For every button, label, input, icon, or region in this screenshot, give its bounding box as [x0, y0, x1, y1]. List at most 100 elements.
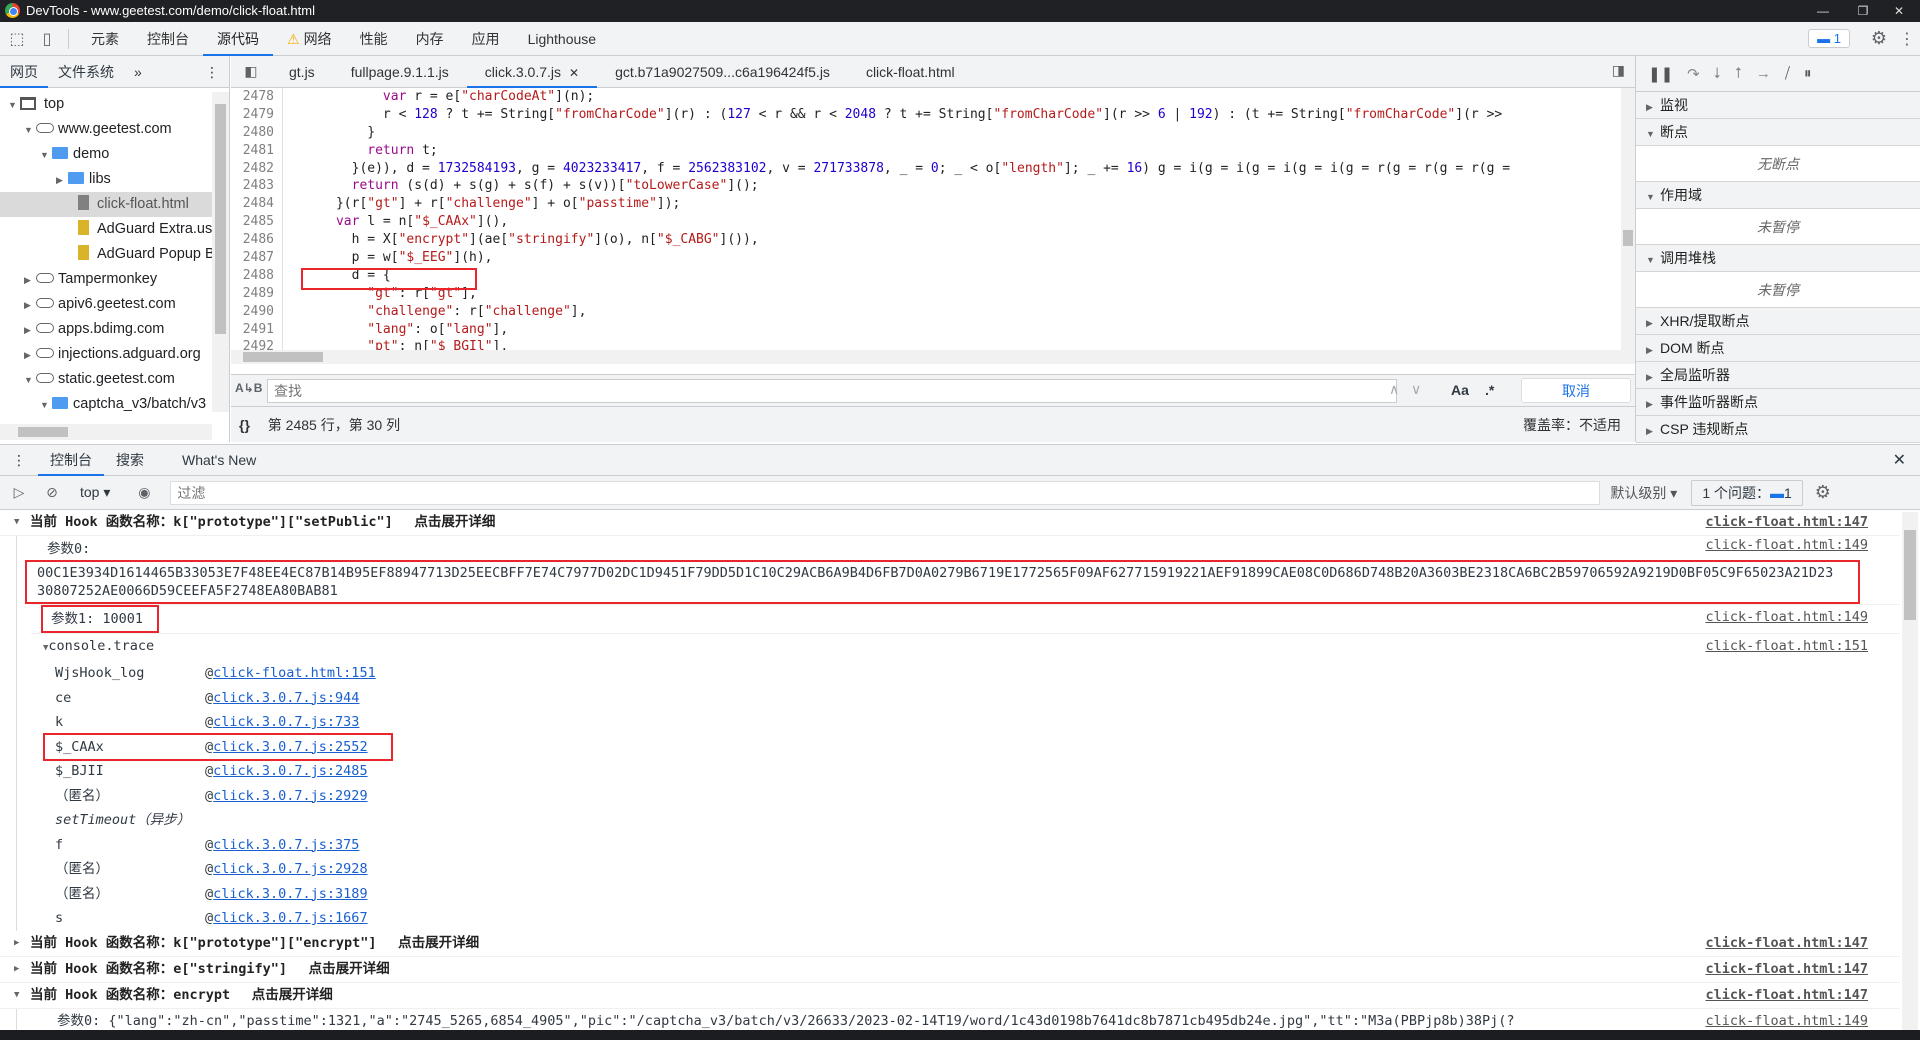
- tree-item[interactable]: click-float.html: [0, 192, 212, 217]
- sidebar-section-1[interactable]: ▼ 断点: [1636, 119, 1920, 146]
- close-window-button[interactable]: ✕: [1882, 0, 1916, 22]
- tab-whats-new[interactable]: What's New: [170, 444, 268, 476]
- expand-triangle-icon[interactable]: ▼: [24, 368, 36, 393]
- sidebar-section-5[interactable]: ▶ DOM 断点: [1636, 335, 1920, 362]
- source-link[interactable]: click-float.html:147: [1705, 510, 1868, 535]
- expand-triangle-icon[interactable]: ▶: [24, 343, 36, 368]
- console-vertical-scrollbar[interactable]: [1902, 512, 1918, 1030]
- expand-triangle-icon[interactable]: ▶: [56, 168, 68, 193]
- hook-message[interactable]: ▶ 当前 Hook 函数名称：e["stringify"] 点击展开详细 click…: [0, 957, 1900, 983]
- sidebar-section-6[interactable]: ▶ 全局监听器: [1636, 362, 1920, 389]
- file-tab[interactable]: click-float.html: [848, 56, 973, 88]
- tree-item[interactable]: ▶ apps.bdimg.com: [0, 317, 212, 342]
- line-number[interactable]: 2486: [231, 231, 283, 250]
- tree-item[interactable]: ▶ apiv6.geetest.com: [0, 292, 212, 317]
- cancel-find-button[interactable]: 取消: [1521, 378, 1631, 403]
- tree-item[interactable]: ▼ static.geetest.com: [0, 367, 212, 392]
- line-number[interactable]: 2491: [231, 320, 283, 339]
- sidebar-section-2[interactable]: ▼ 作用域: [1636, 182, 1920, 209]
- sidebar-section-7[interactable]: ▶ 事件监听器断点: [1636, 389, 1920, 416]
- nav-menu-icon[interactable]: ⋮: [195, 56, 229, 88]
- expand-triangle-icon[interactable]: ▼: [40, 393, 52, 412]
- source-link[interactable]: click-float.html:147: [1705, 983, 1868, 1008]
- tree-item[interactable]: ▶ libs: [0, 167, 212, 192]
- line-number[interactable]: 2489: [231, 284, 283, 303]
- close-tab-icon[interactable]: ✕: [569, 66, 579, 80]
- tree-item[interactable]: ▶ injections.adguard.org: [0, 342, 212, 367]
- line-number[interactable]: 2490: [231, 302, 283, 321]
- issues-badge[interactable]: ▬ 1: [1808, 29, 1850, 48]
- source-link[interactable]: click-float.html:149: [1705, 605, 1868, 630]
- tree-vertical-scrollbar[interactable]: [212, 92, 229, 412]
- tab-main-0[interactable]: 元素: [77, 22, 133, 56]
- trace-link[interactable]: click.3.0.7.js:1667: [213, 910, 367, 926]
- step-into-icon[interactable]: ⭣: [1714, 65, 1721, 82]
- find-previous-button[interactable]: ∧: [1389, 381, 1399, 398]
- trace-link[interactable]: click.3.0.7.js:2485: [213, 763, 367, 779]
- minimize-button[interactable]: —: [1806, 0, 1840, 22]
- file-tab[interactable]: click.3.0.7.js ✕: [466, 56, 598, 88]
- expand-triangle-icon[interactable]: ▶: [24, 268, 36, 293]
- line-number[interactable]: 2488: [231, 266, 283, 285]
- tab-page[interactable]: 网页: [0, 56, 48, 88]
- tab-filesystem[interactable]: 文件系统: [48, 56, 124, 88]
- tab-search[interactable]: 搜索: [104, 444, 156, 476]
- tab-main-7[interactable]: Lighthouse: [514, 22, 611, 56]
- match-case-button[interactable]: Aa: [1451, 382, 1469, 398]
- tab-main-4[interactable]: 性能: [346, 22, 402, 56]
- step-over-icon[interactable]: ↷: [1687, 65, 1700, 83]
- line-number[interactable]: 2484: [231, 195, 283, 214]
- code-view[interactable]: 2478 var r = e["charCodeAt"](n); 2479 r <…: [231, 88, 1621, 350]
- hook-message-setpublic[interactable]: ▼ 当前 Hook 函数名称：k["prototype"]["setPublic…: [0, 510, 1900, 536]
- pause-on-exceptions-icon[interactable]: ⏸: [1804, 65, 1812, 82]
- step-out-icon[interactable]: ⭡: [1735, 65, 1742, 82]
- live-expression-eye-icon[interactable]: ◉: [122, 484, 166, 501]
- line-number[interactable]: 2479: [231, 105, 283, 124]
- console-settings-gear-icon[interactable]: ⚙: [1803, 482, 1843, 503]
- tab-main-5[interactable]: 内存: [402, 22, 458, 56]
- expand-triangle-icon[interactable]: ▼: [24, 118, 36, 143]
- source-link[interactable]: click-float.html:149: [1697, 1008, 1868, 1030]
- trace-link[interactable]: click.3.0.7.js:2928: [213, 861, 367, 877]
- trace-link[interactable]: click-float.html:151: [213, 665, 376, 681]
- toggle-navigator-icon[interactable]: ◧: [231, 63, 271, 80]
- trace-link[interactable]: click.3.0.7.js:944: [213, 690, 359, 706]
- line-number[interactable]: 2492: [231, 338, 283, 350]
- device-toolbar-icon[interactable]: ▯: [34, 29, 60, 49]
- code-vertical-scrollbar[interactable]: [1621, 88, 1635, 350]
- sidebar-section-3[interactable]: ▼ 调用堆栈: [1636, 245, 1920, 272]
- drawer-menu-icon[interactable]: ⋮: [0, 452, 38, 469]
- deactivate-breakpoints-icon[interactable]: ⧸: [1785, 65, 1790, 82]
- find-input[interactable]: [267, 379, 1397, 403]
- issues-button[interactable]: 1 个问题：▬1: [1691, 479, 1803, 506]
- hook-message[interactable]: ▶ 当前 Hook 函数名称：k["prototype"]["encrypt"] …: [0, 931, 1900, 957]
- replace-toggle-icon[interactable]: A↳B: [235, 381, 262, 395]
- trace-link[interactable]: click.3.0.7.js:375: [213, 837, 359, 853]
- expand-triangle-icon[interactable]: ▼: [8, 93, 20, 118]
- tab-main-6[interactable]: 应用: [458, 22, 514, 56]
- file-tab[interactable]: fullpage.9.1.1.js: [333, 56, 467, 88]
- file-tab[interactable]: gct.b71a9027509...c6a196424f5.js: [597, 56, 848, 88]
- step-icon[interactable]: →: [1756, 65, 1771, 82]
- source-link[interactable]: click-float.html:147: [1705, 931, 1868, 956]
- expand-triangle-icon[interactable]: ▶: [14, 957, 26, 982]
- sidebar-toggle-icon[interactable]: ▷: [0, 484, 38, 501]
- tree-item[interactable]: AdGuard Extra.user.js: [0, 217, 212, 242]
- file-tab[interactable]: gt.js: [271, 56, 333, 88]
- source-link[interactable]: click-float.html:147: [1705, 957, 1868, 982]
- expand-triangle-icon[interactable]: ▶: [24, 318, 36, 343]
- settings-gear-icon[interactable]: ⚙: [1864, 28, 1894, 49]
- tab-main-3[interactable]: ⚠ 网络: [273, 22, 346, 56]
- source-link[interactable]: click-float.html:149: [1705, 536, 1868, 554]
- trace-link[interactable]: click.3.0.7.js:2929: [213, 788, 367, 804]
- tab-console[interactable]: 控制台: [38, 444, 104, 476]
- expand-triangle-icon[interactable]: ▶: [24, 293, 36, 318]
- tab-main-2[interactable]: 源代码: [203, 22, 273, 56]
- regex-button[interactable]: .*: [1485, 382, 1494, 398]
- tree-item[interactable]: AdGuard Popup Blocker: [0, 242, 212, 267]
- expand-triangle-icon[interactable]: ▼: [40, 143, 52, 168]
- expand-triangle-icon[interactable]: ▼: [14, 510, 26, 535]
- tree-item[interactable]: ▼ top: [0, 92, 212, 117]
- expand-triangle-icon[interactable]: ▼: [14, 983, 26, 1008]
- line-number[interactable]: 2487: [231, 249, 283, 267]
